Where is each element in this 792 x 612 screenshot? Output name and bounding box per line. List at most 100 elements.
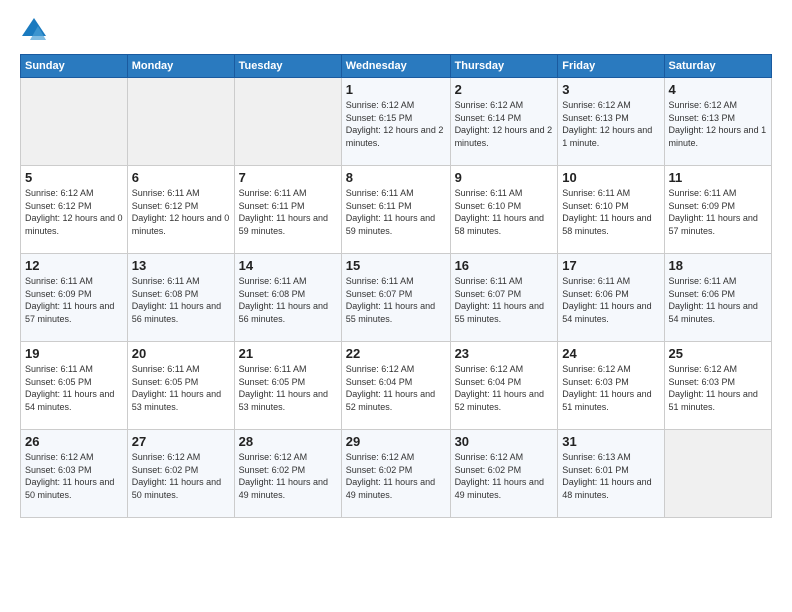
calendar-week-2: 5Sunrise: 6:12 AM Sunset: 6:12 PM Daylig… [21,166,772,254]
day-info: Sunrise: 6:11 AM Sunset: 6:11 PM Dayligh… [346,187,446,237]
day-number: 7 [239,170,337,185]
calendar-week-4: 19 Sunrise: 6:11 AM Sunset: 6:05 PM Dayli… [21,342,772,430]
day-info: Sunrise: 6:12 AM Sunset: 6:12 PM Dayligh… [25,187,123,237]
calendar-cell: 29 Sunrise: 6:12 AM Sunset: 6:02 PM Dayli… [341,430,450,518]
weekday-header-thursday: Thursday [450,55,558,78]
day-info: Sunrise: 6:12 AM Sunset: 6:13 PM Dayligh… [562,99,659,149]
day-number: 15 [346,258,446,273]
calendar-cell [21,78,128,166]
day-number: 8 [346,170,446,185]
calendar-cell: 25 Sunrise: 6:12 AM Sunset: 6:03 PM Dayli… [664,342,771,430]
day-info: Sunrise: 6:12 AM Sunset: 6:02 PM Dayligh… [346,451,446,501]
calendar-cell: 26 Sunrise: 6:12 AM Sunset: 6:03 PM Dayli… [21,430,128,518]
day-info: Sunrise: 6:11 AM Sunset: 6:09 PM Dayligh… [25,275,123,325]
day-info: Sunrise: 6:12 AM Sunset: 6:02 PM Dayligh… [239,451,337,501]
day-info: Sunrise: 6:11 AM Sunset: 6:08 PM Dayligh… [132,275,230,325]
calendar-cell: 7 Sunrise: 6:11 AM Sunset: 6:11 PM Daylig… [234,166,341,254]
day-number: 13 [132,258,230,273]
day-number: 18 [669,258,767,273]
calendar-header-row: SundayMondayTuesdayWednesdayThursdayFrid… [21,55,772,78]
calendar-cell: 21 Sunrise: 6:11 AM Sunset: 6:05 PM Dayli… [234,342,341,430]
page: SundayMondayTuesdayWednesdayThursdayFrid… [0,0,792,612]
day-info: Sunrise: 6:11 AM Sunset: 6:07 PM Dayligh… [455,275,554,325]
day-info: Sunrise: 6:13 AM Sunset: 6:01 PM Dayligh… [562,451,659,501]
day-info: Sunrise: 6:11 AM Sunset: 6:11 PM Dayligh… [239,187,337,237]
calendar-cell: 8 Sunrise: 6:11 AM Sunset: 6:11 PM Daylig… [341,166,450,254]
day-number: 3 [562,82,659,97]
day-info: Sunrise: 6:12 AM Sunset: 6:03 PM Dayligh… [25,451,123,501]
calendar-cell [664,430,771,518]
calendar-cell: 27 Sunrise: 6:12 AM Sunset: 6:02 PM Dayli… [127,430,234,518]
weekday-header-wednesday: Wednesday [341,55,450,78]
calendar-table: SundayMondayTuesdayWednesdayThursdayFrid… [20,54,772,518]
calendar-cell: 22 Sunrise: 6:12 AM Sunset: 6:04 PM Dayli… [341,342,450,430]
calendar-cell: 3 Sunrise: 6:12 AM Sunset: 6:13 PM Daylig… [558,78,664,166]
day-info: Sunrise: 6:12 AM Sunset: 6:02 PM Dayligh… [455,451,554,501]
day-number: 10 [562,170,659,185]
day-number: 6 [132,170,230,185]
day-number: 11 [669,170,767,185]
calendar-cell: 2Sunrise: 6:12 AM Sunset: 6:14 PM Daylig… [450,78,558,166]
calendar-cell: 28 Sunrise: 6:12 AM Sunset: 6:02 PM Dayli… [234,430,341,518]
calendar-cell [127,78,234,166]
day-number: 26 [25,434,123,449]
day-number: 28 [239,434,337,449]
calendar-cell: 30 Sunrise: 6:12 AM Sunset: 6:02 PM Dayli… [450,430,558,518]
day-number: 20 [132,346,230,361]
day-info: Sunrise: 6:11 AM Sunset: 6:09 PM Dayligh… [669,187,767,237]
calendar-cell: 10 Sunrise: 6:11 AM Sunset: 6:10 PM Dayli… [558,166,664,254]
logo-icon [20,16,48,44]
calendar-cell: 5Sunrise: 6:12 AM Sunset: 6:12 PM Daylig… [21,166,128,254]
day-info: Sunrise: 6:12 AM Sunset: 6:14 PM Dayligh… [455,99,554,149]
day-number: 27 [132,434,230,449]
day-number: 30 [455,434,554,449]
day-number: 31 [562,434,659,449]
day-number: 24 [562,346,659,361]
day-info: Sunrise: 6:12 AM Sunset: 6:04 PM Dayligh… [455,363,554,413]
day-info: Sunrise: 6:12 AM Sunset: 6:04 PM Dayligh… [346,363,446,413]
weekday-header-tuesday: Tuesday [234,55,341,78]
calendar-cell: 13 Sunrise: 6:11 AM Sunset: 6:08 PM Dayli… [127,254,234,342]
day-number: 1 [346,82,446,97]
day-info: Sunrise: 6:12 AM Sunset: 6:03 PM Dayligh… [669,363,767,413]
day-info: Sunrise: 6:11 AM Sunset: 6:06 PM Dayligh… [562,275,659,325]
day-info: Sunrise: 6:11 AM Sunset: 6:05 PM Dayligh… [132,363,230,413]
calendar-cell: 23 Sunrise: 6:12 AM Sunset: 6:04 PM Dayli… [450,342,558,430]
calendar-cell: 14Sunrise: 6:11 AM Sunset: 6:08 PM Dayli… [234,254,341,342]
calendar-cell: 20 Sunrise: 6:11 AM Sunset: 6:05 PM Dayli… [127,342,234,430]
calendar-cell [234,78,341,166]
calendar-week-1: 1Sunrise: 6:12 AM Sunset: 6:15 PM Daylig… [21,78,772,166]
day-number: 4 [669,82,767,97]
calendar-cell: 15Sunrise: 6:11 AM Sunset: 6:07 PM Dayli… [341,254,450,342]
day-info: Sunrise: 6:11 AM Sunset: 6:10 PM Dayligh… [562,187,659,237]
calendar-cell: 9 Sunrise: 6:11 AM Sunset: 6:10 PM Daylig… [450,166,558,254]
day-number: 25 [669,346,767,361]
weekday-header-saturday: Saturday [664,55,771,78]
day-info: Sunrise: 6:11 AM Sunset: 6:10 PM Dayligh… [455,187,554,237]
day-number: 23 [455,346,554,361]
day-number: 19 [25,346,123,361]
weekday-header-sunday: Sunday [21,55,128,78]
calendar-cell: 16 Sunrise: 6:11 AM Sunset: 6:07 PM Dayli… [450,254,558,342]
day-number: 22 [346,346,446,361]
day-info: Sunrise: 6:12 AM Sunset: 6:02 PM Dayligh… [132,451,230,501]
day-number: 12 [25,258,123,273]
calendar-cell: 31 Sunrise: 6:13 AM Sunset: 6:01 PM Dayli… [558,430,664,518]
day-number: 9 [455,170,554,185]
day-number: 16 [455,258,554,273]
calendar-cell: 1Sunrise: 6:12 AM Sunset: 6:15 PM Daylig… [341,78,450,166]
day-number: 21 [239,346,337,361]
calendar-cell: 4Sunrise: 6:12 AM Sunset: 6:13 PM Daylig… [664,78,771,166]
day-info: Sunrise: 6:11 AM Sunset: 6:08 PM Dayligh… [239,275,337,325]
day-info: Sunrise: 6:11 AM Sunset: 6:05 PM Dayligh… [239,363,337,413]
day-number: 29 [346,434,446,449]
calendar-cell: 24Sunrise: 6:12 AM Sunset: 6:03 PM Dayli… [558,342,664,430]
day-info: Sunrise: 6:11 AM Sunset: 6:06 PM Dayligh… [669,275,767,325]
day-info: Sunrise: 6:11 AM Sunset: 6:12 PM Dayligh… [132,187,230,237]
calendar-cell: 12 Sunrise: 6:11 AM Sunset: 6:09 PM Dayli… [21,254,128,342]
weekday-header-monday: Monday [127,55,234,78]
calendar-cell: 19Sunrise: 6:11 AM Sunset: 6:05 PM Dayli… [21,342,128,430]
calendar-cell: 17Sunrise: 6:11 AM Sunset: 6:06 PM Dayli… [558,254,664,342]
calendar-week-5: 26 Sunrise: 6:12 AM Sunset: 6:03 PM Dayli… [21,430,772,518]
calendar-cell: 11 Sunrise: 6:11 AM Sunset: 6:09 PM Dayli… [664,166,771,254]
